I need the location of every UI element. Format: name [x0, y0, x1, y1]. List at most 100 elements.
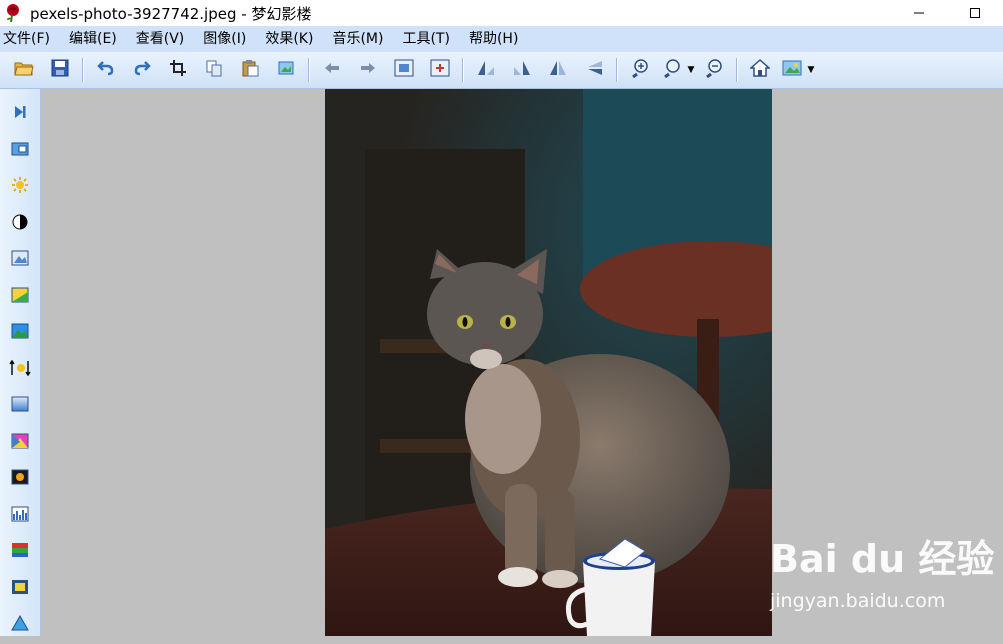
open-button[interactable]	[6, 55, 42, 85]
chevron-down-icon: ▼	[687, 65, 695, 75]
fit-window-icon	[394, 59, 414, 81]
redo-button[interactable]	[124, 55, 160, 85]
home-icon	[749, 58, 771, 81]
export-button[interactable]	[268, 55, 304, 85]
image-adjust-icon	[11, 250, 29, 270]
resize-icon	[11, 141, 29, 161]
open-folder-icon	[14, 59, 34, 81]
wallpaper-button[interactable]	[778, 55, 806, 85]
sidebar-tool-triangle[interactable]	[0, 607, 40, 644]
sidebar-tool-gradient[interactable]	[0, 388, 40, 425]
sharpen-icon	[9, 359, 31, 381]
sidebar-tool-histogram[interactable]	[0, 498, 40, 535]
zoom-out-button[interactable]	[696, 55, 732, 85]
previous-button[interactable]	[314, 55, 350, 85]
fit-window-button[interactable]	[386, 55, 422, 85]
contrast-icon	[11, 213, 29, 235]
next-button[interactable]	[350, 55, 386, 85]
brightness-icon	[11, 176, 29, 198]
sidebar-tool-resize[interactable]	[0, 133, 40, 170]
flip-horizontal-button[interactable]	[540, 55, 576, 85]
undo-icon	[97, 59, 115, 81]
rotate-left-icon	[476, 59, 496, 81]
triangle-icon	[11, 615, 29, 635]
window-title: pexels-photo-3927742.jpeg - 梦幻影楼	[30, 4, 312, 23]
sidebar-tool-image-adjust[interactable]	[0, 242, 40, 279]
watermark-brand: Bai du 经验	[770, 537, 995, 581]
menu-tools[interactable]: 工具(T)	[398, 26, 449, 52]
previous-icon	[323, 59, 341, 81]
chevron-down-icon: ▼	[807, 65, 815, 75]
zoom-dropdown-arrow[interactable]: ▼	[686, 55, 696, 85]
toolbar-separator	[616, 58, 618, 82]
home-button[interactable]	[742, 55, 778, 85]
play-end-icon	[12, 104, 28, 124]
next-icon	[359, 59, 377, 81]
flip-vertical-button[interactable]	[576, 55, 612, 85]
save-icon	[51, 59, 69, 81]
rotate-left-button[interactable]	[468, 55, 504, 85]
actual-size-icon	[430, 59, 450, 81]
paste-button[interactable]	[232, 55, 268, 85]
sidebar-tool-landscape[interactable]	[0, 315, 40, 352]
maximize-button[interactable]	[947, 0, 1003, 26]
zoom-in-button[interactable]	[622, 55, 658, 85]
flip-horizontal-icon	[548, 59, 568, 81]
save-button[interactable]	[42, 55, 78, 85]
toolbar-separator	[308, 58, 310, 82]
menu-edit[interactable]: 编辑(E)	[65, 26, 117, 52]
toolbar-separator	[462, 58, 464, 82]
actual-size-button[interactable]	[422, 55, 458, 85]
menu-bar: 文件(F) 编辑(E) 查看(V) 图像(I) 效果(K) 音乐(M) 工具(T…	[0, 26, 1003, 52]
title-bar: pexels-photo-3927742.jpeg - 梦幻影楼	[0, 0, 1003, 26]
histogram-icon	[11, 506, 29, 526]
zoom-button[interactable]	[658, 55, 686, 85]
undo-button[interactable]	[88, 55, 124, 85]
minimize-icon	[913, 4, 925, 23]
baidu-jingyan-watermark: Bai du 经验 jingyan.baidu.com	[770, 528, 1000, 618]
maximize-icon	[969, 4, 981, 23]
sidebar-tool-play-end[interactable]	[0, 96, 40, 133]
sidebar-tool-sharpen[interactable]	[0, 352, 40, 389]
menu-image[interactable]: 图像(I)	[199, 26, 246, 52]
flip-vertical-icon	[584, 59, 604, 81]
menu-music[interactable]: 音乐(M)	[328, 26, 383, 52]
menu-view[interactable]: 查看(V)	[132, 26, 185, 52]
rgb-icon	[11, 542, 29, 562]
rotate-right-button[interactable]	[504, 55, 540, 85]
effects-icon	[11, 469, 29, 489]
sidebar-tool-colorize[interactable]	[0, 425, 40, 462]
sidebar-tool-rgb[interactable]	[0, 534, 40, 571]
wallpaper-icon	[782, 59, 802, 81]
rotate-right-icon	[512, 59, 532, 81]
sidebar-tool-contrast[interactable]	[0, 206, 40, 243]
menu-effects[interactable]: 效果(K)	[261, 26, 313, 52]
paste-icon	[241, 59, 259, 81]
zoom-in-icon	[630, 58, 650, 82]
copy-icon	[205, 59, 223, 81]
sidebar-tool-effects[interactable]	[0, 461, 40, 498]
menu-help[interactable]: 帮助(H)	[465, 26, 518, 52]
zoom-out-icon	[704, 58, 724, 82]
wallpaper-dropdown-arrow[interactable]: ▼	[806, 55, 816, 85]
sidebar-tool-frame[interactable]	[0, 571, 40, 608]
copy-button[interactable]	[196, 55, 232, 85]
rose-icon	[2, 2, 24, 24]
crop-button[interactable]	[160, 55, 196, 85]
zoom-icon	[662, 58, 682, 82]
tool-sidebar	[0, 89, 41, 636]
minimize-button[interactable]	[891, 0, 947, 26]
landscape-icon	[11, 323, 29, 343]
redo-icon	[133, 59, 151, 81]
sidebar-tool-color-balance[interactable]	[0, 279, 40, 316]
toolbar: ▼ ▼	[0, 52, 1003, 89]
crop-icon	[169, 59, 187, 81]
color-balance-icon	[11, 287, 29, 307]
gradient-icon	[11, 396, 29, 416]
menu-file[interactable]: 文件(F)	[0, 26, 50, 52]
toolbar-separator	[736, 58, 738, 82]
colorize-icon	[11, 433, 29, 453]
sidebar-tool-brightness[interactable]	[0, 169, 40, 206]
frame-icon	[11, 579, 29, 599]
export-icon	[277, 59, 295, 81]
